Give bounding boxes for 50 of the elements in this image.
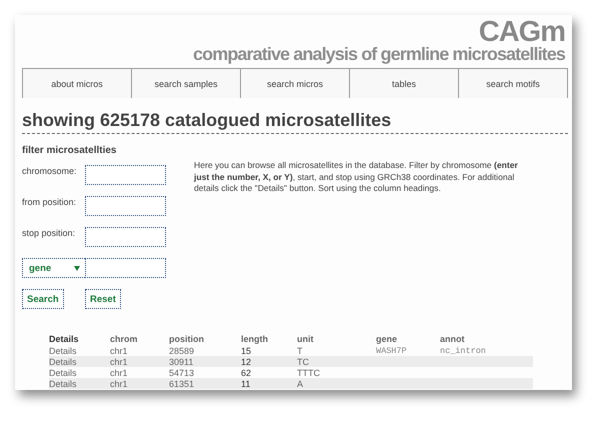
section-title: filter microsatellties — [22, 145, 118, 156]
details-link[interactable]: Details — [49, 345, 110, 356]
table-cell: T — [297, 345, 376, 356]
column-header[interactable]: length — [241, 333, 297, 345]
nav-tab[interactable]: search micros — [240, 68, 349, 98]
details-link[interactable]: Details — [49, 356, 110, 367]
reset-button[interactable]: Reset — [85, 289, 121, 309]
table-cell: 54713 — [169, 367, 241, 378]
dropdown[interactable]: gene — [22, 258, 87, 278]
table-cell: TC — [297, 356, 376, 367]
input-field[interactable] — [85, 227, 166, 247]
table-cell: 12 — [241, 356, 297, 367]
input-field[interactable] — [85, 258, 166, 278]
column-header[interactable]: chrom — [110, 333, 169, 345]
details-link[interactable]: Details — [49, 378, 110, 389]
nav-tab[interactable]: tables — [349, 68, 458, 98]
table-cell: chr1 — [110, 356, 169, 367]
table-cell: A — [297, 378, 376, 389]
column-header[interactable]: gene — [376, 333, 440, 345]
table-cell: TTTC — [297, 367, 376, 378]
field-label: stop position: — [22, 227, 76, 238]
field-label: chromosome: — [22, 165, 78, 176]
input-field[interactable] — [85, 165, 166, 185]
field-label: from position: — [22, 196, 78, 207]
table-cell: 15 — [241, 345, 297, 356]
table-cell: 11 — [241, 378, 297, 389]
table-cell: chr1 — [110, 378, 169, 389]
table-cell: nc_intron — [440, 345, 533, 356]
column-header[interactable]: annot — [440, 333, 533, 345]
table-cell: 62 — [241, 367, 297, 378]
search-button[interactable]: Search — [22, 289, 64, 309]
site-logo: CAGm — [478, 19, 565, 45]
column-header[interactable]: position — [169, 333, 241, 345]
table-cell: 28589 — [169, 345, 241, 356]
table-cell: chr1 — [110, 345, 169, 356]
table-cell: chr1 — [110, 367, 169, 378]
help-text: Here you can browse all microsatellites in the database. Filter by chromosome (enter just the number, X, or Y), start, and stop using GRCh38 coordinates. For additional details click the "Details" button. Sort using the column headings. — [194, 160, 519, 195]
table-cell: 30911 — [169, 356, 241, 367]
page-heading: showing 625178 catalogued microsatellites — [22, 110, 568, 134]
table-cell: 61351 — [169, 378, 241, 389]
nav-tab[interactable]: search motifs — [458, 68, 568, 98]
input-field[interactable] — [85, 196, 166, 216]
column-header[interactable]: Details — [49, 333, 110, 345]
nav-tab[interactable]: about micros — [22, 68, 131, 98]
table-cell: WASH7P — [376, 345, 440, 356]
details-link[interactable]: Details — [49, 367, 110, 378]
caret-icon — [74, 266, 80, 270]
nav-tab[interactable]: search samples — [131, 68, 240, 98]
site-subtitle: comparative analysis of germline microsatellites — [193, 45, 565, 63]
column-header[interactable]: unit — [297, 333, 376, 345]
